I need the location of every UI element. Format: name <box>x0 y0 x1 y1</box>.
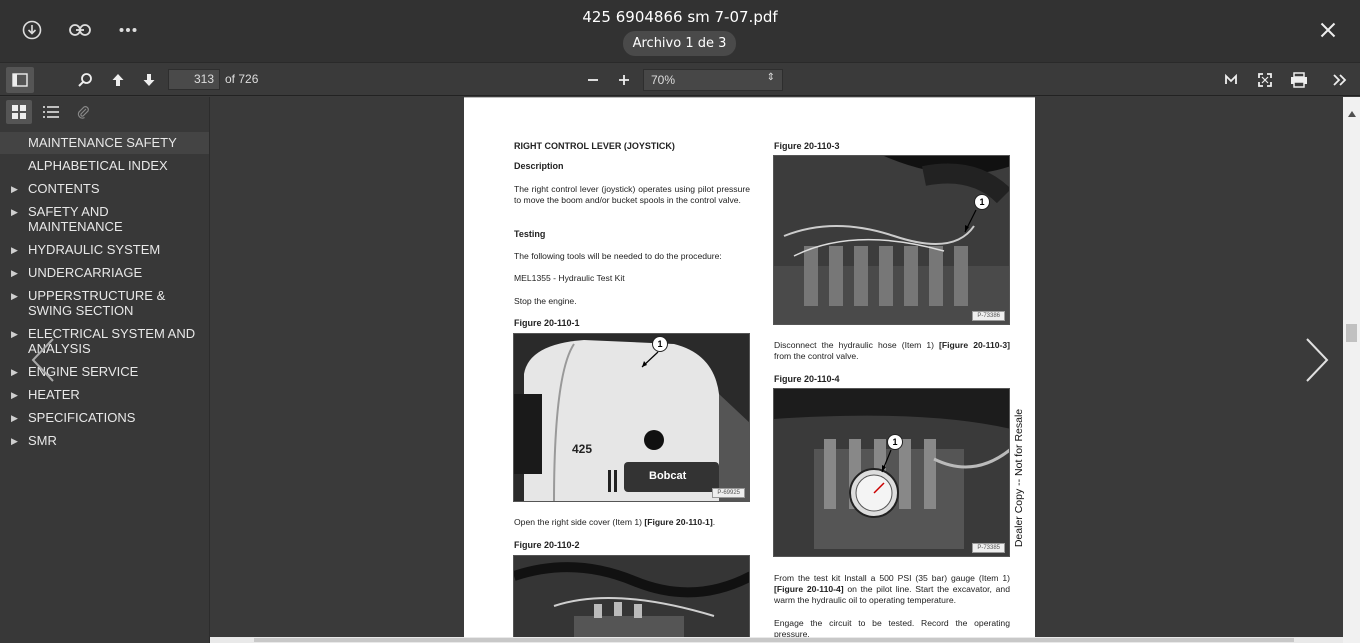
expand-triangle-icon[interactable]: ▶ <box>11 411 18 426</box>
attachments-view-icon[interactable] <box>70 100 96 124</box>
outline-view-icon[interactable] <box>38 100 64 124</box>
install-text-part: From the test kit Install a 500 PSI (35 … <box>774 573 1010 583</box>
outline-item-maintenance-safety[interactable]: MAINTENANCE SAFETY <box>0 132 209 154</box>
open-text-part: Open the right side cover (Item 1) <box>514 517 645 527</box>
top-bar: 425 6904866 sm 7-07.pdf Archivo 1 de 3 <box>0 0 1360 62</box>
search-icon[interactable] <box>74 69 96 91</box>
expand-triangle-icon[interactable]: ▶ <box>11 388 18 403</box>
close-icon[interactable] <box>1314 16 1342 44</box>
figure-3-code: P-73386 <box>972 311 1005 321</box>
watermark: Dealer Copy -- Not for Resale <box>1012 404 1026 554</box>
disconnect-text-ref: [Figure 20-110-3] <box>939 340 1011 350</box>
description-heading: Description <box>514 161 564 171</box>
outline-item-upperstructure[interactable]: ▶ UPPERSTRUCTURE & SWING SECTION <box>0 285 209 322</box>
horizontal-scrollbar[interactable] <box>210 637 1343 643</box>
vertical-scroll-thumb[interactable] <box>1346 324 1357 342</box>
disconnect-text-part: Disconnect the hydraulic hose (Item 1) <box>774 340 940 350</box>
file-indicator: Archivo 1 de 3 <box>623 31 736 56</box>
outline-item-alphabetical-index[interactable]: ALPHABETICAL INDEX <box>0 155 209 177</box>
install-text-ref: [Figure 20-110-4] <box>774 583 844 594</box>
outline-item-hydraulic-system[interactable]: ▶ HYDRAULIC SYSTEM <box>0 239 209 261</box>
figure-1-label: Figure 20-110-1 <box>514 318 580 328</box>
expand-triangle-icon[interactable]: ▶ <box>11 266 18 281</box>
pdf-page: RIGHT CONTROL LEVER (JOYSTICK) Descripti… <box>464 97 1035 643</box>
thumbnails-view-icon[interactable] <box>6 100 32 124</box>
disconnect-text-end: from the control valve. <box>774 350 859 361</box>
outline-item-contents[interactable]: ▶ CONTENTS <box>0 178 209 200</box>
sidebar-toggle-button[interactable] <box>6 67 34 93</box>
outline-item-safety-and-maintenance[interactable]: ▶ SAFETY AND MAINTENANCE <box>0 201 209 238</box>
tool-item: MEL1355 - Hydraulic Test Kit <box>514 273 625 283</box>
expand-triangle-icon[interactable]: ▶ <box>11 289 18 304</box>
tools-text: The following tools will be needed to do… <box>514 251 722 261</box>
open-text-ref: [Figure 20-110-1] <box>644 517 713 527</box>
watermark-text: Dealer Copy -- Not for Resale <box>1013 408 1025 548</box>
expand-triangle-icon[interactable]: ▶ <box>11 327 18 342</box>
next-file-arrow-icon[interactable] <box>1304 337 1330 387</box>
page-total-label: of 726 <box>225 72 259 86</box>
zoom-value: 70% <box>651 73 676 87</box>
machine-brand-logo: Bobcat <box>649 470 687 482</box>
open-cover-text: Open the right side cover (Item 1) [Figu… <box>514 517 750 528</box>
vertical-scrollbar[interactable] <box>1343 97 1360 643</box>
outline-item-heater[interactable]: ▶ HEATER <box>0 384 209 406</box>
previous-file-arrow-icon[interactable] <box>30 337 56 387</box>
outline-item-specifications[interactable]: ▶ SPECIFICATIONS <box>0 407 209 429</box>
machine-model-number: 425 <box>572 442 593 456</box>
figure-1-code: P-69925 <box>712 488 745 498</box>
expand-triangle-icon[interactable]: ▶ <box>11 205 18 220</box>
pdf-toolbar: 313 of 726 70% ⇕ <box>0 62 1360 96</box>
install-gauge-text: From the test kit Install a 500 PSI (35 … <box>774 573 1010 605</box>
fullscreen-icon[interactable] <box>1254 69 1276 91</box>
figure-4-label: Figure 20-110-4 <box>774 374 840 384</box>
figure-2-label: Figure 20-110-2 <box>514 540 580 550</box>
outline-sidebar: MAINTENANCE SAFETY ALPHABETICAL INDEX ▶ C… <box>0 97 210 643</box>
document-viewer: RIGHT CONTROL LEVER (JOYSTICK) Descripti… <box>210 97 1343 643</box>
expand-triangle-icon[interactable]: ▶ <box>11 434 18 449</box>
testing-heading: Testing <box>514 229 546 239</box>
next-page-icon[interactable] <box>138 69 160 91</box>
figure-4-code: P-73385 <box>972 543 1005 553</box>
figure-2-photo <box>513 555 750 643</box>
stop-engine-text: Stop the engine. <box>514 296 577 306</box>
previous-page-icon[interactable] <box>107 69 129 91</box>
expand-triangle-icon[interactable]: ▶ <box>11 243 18 258</box>
expand-triangle-icon[interactable]: ▶ <box>11 182 18 197</box>
outline-item-undercarriage[interactable]: ▶ UNDERCARRIAGE <box>0 262 209 284</box>
horizontal-scroll-thumb[interactable] <box>254 638 1294 642</box>
figure-3-label: Figure 20-110-3 <box>774 141 840 151</box>
document-title: 425 6904866 sm 7-07.pdf <box>582 8 778 26</box>
zoom-out-icon[interactable] <box>582 69 604 91</box>
expand-triangle-icon[interactable]: ▶ <box>11 365 18 380</box>
page-number-input[interactable]: 313 <box>168 69 220 90</box>
print-icon[interactable] <box>1288 69 1310 91</box>
section-heading: RIGHT CONTROL LEVER (JOYSTICK) <box>514 141 675 151</box>
description-text: The right control lever (joystick) opera… <box>514 184 750 205</box>
tools-expand-icon[interactable] <box>1329 69 1351 91</box>
select-arrows-icon: ⇕ <box>766 72 775 83</box>
figure-3-photo: 1 P-73386 <box>773 155 1010 325</box>
open-text-end: . <box>712 517 716 527</box>
sidebar-tabs <box>0 97 209 127</box>
presentation-mode-icon[interactable] <box>1220 69 1242 91</box>
zoom-in-icon[interactable] <box>613 69 635 91</box>
scroll-up-arrow-icon[interactable] <box>1348 102 1356 121</box>
outline-item-smr[interactable]: ▶ SMR <box>0 430 209 452</box>
disconnect-text: Disconnect the hydraulic hose (Item 1) [… <box>774 340 1010 362</box>
figure-1-photo: 425 Bobcat 1 P-69925 <box>513 333 750 502</box>
zoom-select[interactable]: 70% ⇕ <box>643 69 783 91</box>
figure-4-photo: 1 P-73385 <box>773 388 1010 557</box>
